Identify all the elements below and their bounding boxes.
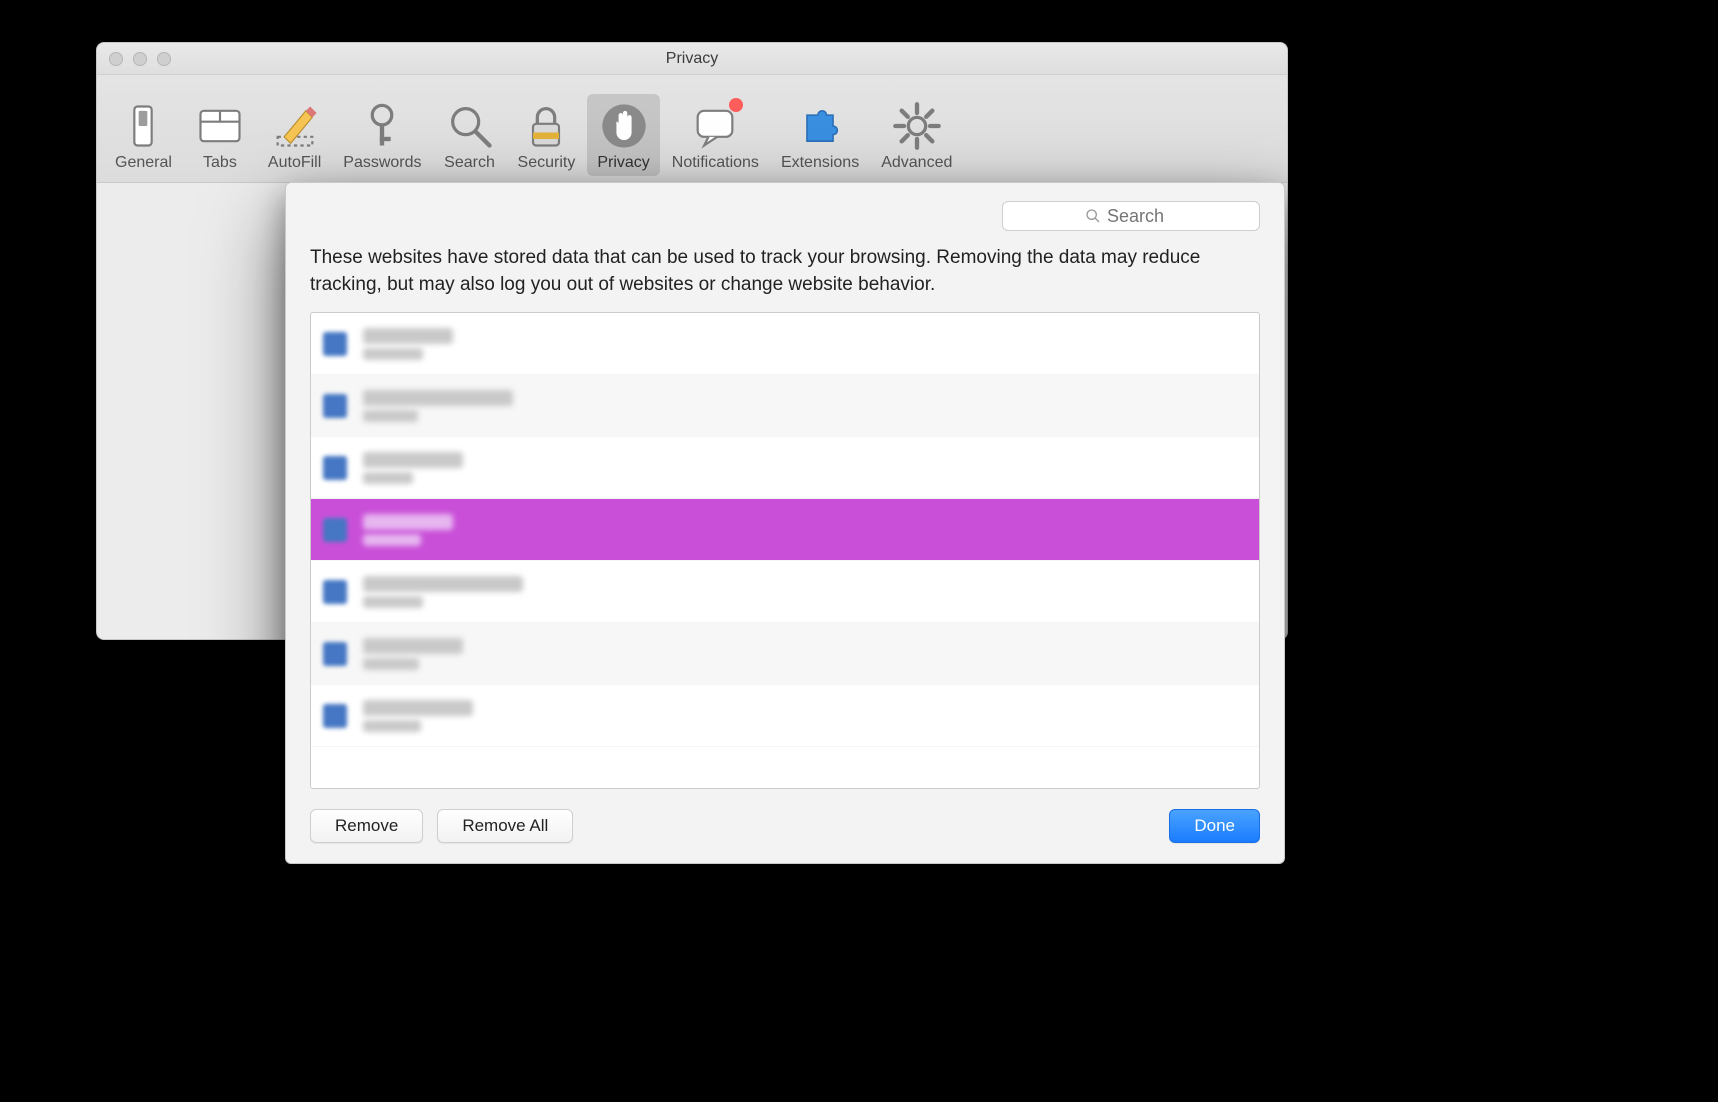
site-domain-blurred	[363, 390, 513, 406]
toolbar-tab-general[interactable]: General	[105, 94, 182, 176]
close-window-button[interactable]	[109, 52, 123, 66]
site-detail-blurred	[363, 596, 423, 608]
site-favicon	[323, 518, 347, 542]
remove-button[interactable]: Remove	[310, 809, 423, 843]
site-detail-blurred	[363, 720, 421, 732]
site-favicon	[323, 642, 347, 666]
website-data-row[interactable]	[311, 623, 1259, 685]
tabs-icon	[194, 100, 246, 152]
site-favicon	[323, 456, 347, 480]
site-domain-blurred	[363, 514, 453, 530]
site-favicon	[323, 580, 347, 604]
search-row	[310, 201, 1260, 231]
site-favicon	[323, 704, 347, 728]
toolbar-tab-label: Security	[518, 154, 576, 172]
site-detail-blurred	[363, 534, 421, 546]
site-detail-blurred	[363, 658, 419, 670]
website-data-row[interactable]	[311, 499, 1259, 561]
search-field[interactable]	[1002, 201, 1260, 231]
site-domain-blurred	[363, 452, 463, 468]
traffic-lights	[109, 52, 171, 66]
toolbar-tab-label: Privacy	[597, 154, 649, 172]
site-favicon	[323, 332, 347, 356]
website-data-row[interactable]	[311, 437, 1259, 499]
toolbar-tab-label: Notifications	[672, 154, 759, 172]
site-text	[363, 576, 523, 608]
toolbar-tab-advanced[interactable]: Advanced	[871, 94, 962, 176]
site-text	[363, 638, 463, 670]
site-favicon	[323, 394, 347, 418]
toolbar-tab-label: Passwords	[343, 154, 421, 172]
hand-icon	[598, 100, 650, 152]
site-text	[363, 700, 473, 732]
speech-icon	[689, 100, 741, 152]
search-input[interactable]	[1107, 206, 1177, 227]
toolbar-tab-label: Search	[444, 154, 495, 172]
toolbar-tab-tabs[interactable]: Tabs	[184, 94, 256, 176]
site-text	[363, 390, 513, 422]
pencil-icon	[269, 100, 321, 152]
titlebar: Privacy	[97, 43, 1287, 75]
toolbar-tab-label: Extensions	[781, 154, 859, 172]
toolbar-tab-label: Advanced	[881, 154, 952, 172]
magnifier-icon	[444, 100, 496, 152]
sheet-description: These websites have stored data that can…	[310, 245, 1260, 298]
site-domain-blurred	[363, 638, 463, 654]
toolbar-tab-label: Tabs	[203, 154, 237, 172]
key-icon	[356, 100, 408, 152]
window-title: Privacy	[97, 50, 1287, 68]
website-data-list[interactable]	[310, 312, 1260, 789]
search-icon	[1085, 208, 1101, 224]
site-text	[363, 514, 453, 546]
toolbar-tab-label: AutoFill	[268, 154, 321, 172]
site-text	[363, 328, 453, 360]
site-detail-blurred	[363, 410, 418, 422]
site-domain-blurred	[363, 576, 523, 592]
done-button[interactable]: Done	[1169, 809, 1260, 843]
site-text	[363, 452, 463, 484]
lock-icon	[520, 100, 572, 152]
switch-icon	[117, 100, 169, 152]
gear-icon	[891, 100, 943, 152]
website-data-row[interactable]	[311, 375, 1259, 437]
toolbar-tab-extensions[interactable]: Extensions	[771, 94, 869, 176]
toolbar-tab-autofill[interactable]: AutoFill	[258, 94, 331, 176]
manage-website-data-sheet: These websites have stored data that can…	[285, 182, 1285, 864]
site-domain-blurred	[363, 700, 473, 716]
toolbar-tab-search[interactable]: Search	[434, 94, 506, 176]
toolbar-tab-passwords[interactable]: Passwords	[333, 94, 431, 176]
site-detail-blurred	[363, 472, 413, 484]
puzzle-icon	[794, 100, 846, 152]
website-data-row[interactable]	[311, 685, 1259, 747]
preferences-toolbar: General Tabs AutoFill Passwords Search Securi…	[97, 75, 1287, 183]
toolbar-tab-notifications[interactable]: Notifications	[662, 94, 769, 176]
minimize-window-button[interactable]	[133, 52, 147, 66]
remove-all-button[interactable]: Remove All	[437, 809, 573, 843]
sheet-button-row: Remove Remove All Done	[310, 789, 1260, 843]
site-detail-blurred	[363, 348, 423, 360]
site-domain-blurred	[363, 328, 453, 344]
website-data-row[interactable]	[311, 561, 1259, 623]
website-data-row[interactable]	[311, 313, 1259, 375]
toolbar-tab-label: General	[115, 154, 172, 172]
toolbar-tab-security[interactable]: Security	[508, 94, 586, 176]
toolbar-tab-privacy[interactable]: Privacy	[587, 94, 659, 176]
zoom-window-button[interactable]	[157, 52, 171, 66]
